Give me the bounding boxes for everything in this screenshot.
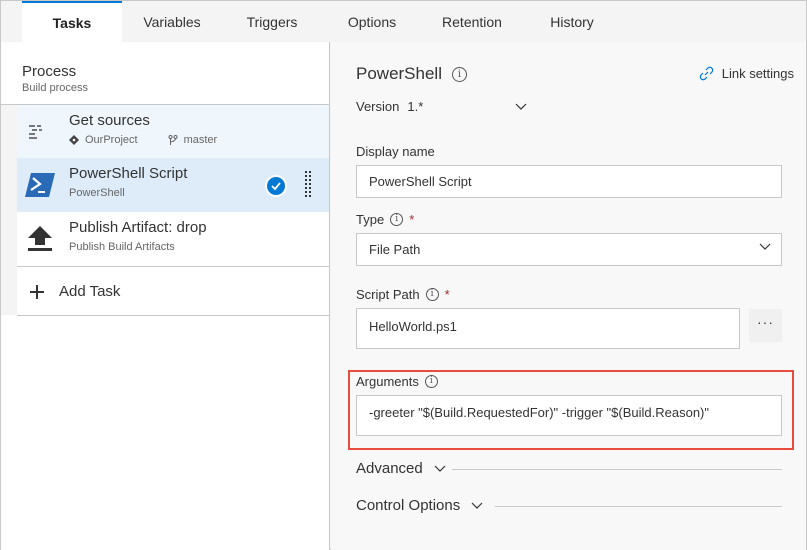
drag-handle-icon[interactable]: [305, 171, 311, 199]
selected-check-icon: [265, 175, 287, 197]
type-value: File Path: [369, 242, 421, 257]
gutter: [1, 105, 17, 315]
script-path-label: Script Path i *: [356, 287, 450, 302]
add-task-button[interactable]: Add Task: [17, 267, 329, 316]
display-name-label-text: Display name: [356, 144, 435, 159]
chevron-down-icon: [515, 103, 527, 110]
section-label: Control Options: [356, 497, 461, 514]
control-options-section-toggle[interactable]: Control Options: [356, 497, 782, 514]
upload-icon: [28, 226, 52, 251]
repo-name: OurProject: [85, 134, 138, 146]
chevron-down-icon: [759, 243, 771, 250]
plus-icon: [30, 285, 44, 299]
tab-variables[interactable]: Variables: [122, 1, 222, 42]
tab-bar: Tasks Variables Triggers Options Retenti…: [1, 1, 806, 42]
chevron-down-icon: [471, 502, 483, 509]
arguments-highlight-box: [348, 370, 794, 450]
task-detail-title: PowerShell: [356, 64, 442, 83]
powershell-icon: [25, 173, 55, 197]
tab-history[interactable]: History: [522, 1, 622, 42]
required-marker: *: [444, 287, 450, 302]
link-icon: [699, 66, 714, 81]
task-title: Get sources: [69, 112, 150, 129]
add-task-label: Add Task: [59, 283, 121, 300]
task-publish-artifact[interactable]: Publish Artifact: drop Publish Build Art…: [17, 212, 329, 267]
task-subtitle: Publish Build Artifacts: [69, 241, 175, 253]
section-label: Advanced: [356, 460, 423, 477]
type-select[interactable]: File Path: [356, 233, 782, 266]
section-divider: [452, 469, 782, 470]
task-list-pane: Process Build process Get sources OurPro…: [1, 42, 330, 550]
script-path-label-text: Script Path: [356, 287, 420, 302]
tab-tasks[interactable]: Tasks: [22, 1, 122, 42]
task-title: Publish Artifact: drop: [69, 219, 207, 236]
link-settings-label: Link settings: [721, 66, 794, 81]
info-icon[interactable]: i: [390, 213, 404, 226]
display-name-value: PowerShell Script: [369, 174, 472, 189]
task-source-meta: OurProject master: [69, 134, 217, 146]
version-value: 1.*: [407, 99, 424, 114]
git-repo-icon: [69, 135, 79, 145]
link-settings-button[interactable]: Link settings: [699, 66, 794, 81]
branch-name: master: [183, 134, 218, 146]
process-title: Process: [22, 63, 77, 80]
section-divider: [495, 506, 782, 507]
task-detail-pane: PowerShell i Link settings Version 1.* D…: [331, 42, 806, 550]
type-label-text: Type: [356, 212, 385, 227]
script-path-value: HelloWorld.ps1: [369, 319, 457, 334]
display-name-input[interactable]: PowerShell Script: [356, 165, 782, 198]
task-powershell-script[interactable]: PowerShell Script PowerShell: [17, 158, 329, 212]
browse-button[interactable]: ···: [749, 309, 782, 342]
type-label: Type i *: [356, 212, 414, 227]
script-path-input[interactable]: HelloWorld.ps1: [356, 308, 740, 349]
tab-triggers[interactable]: Triggers: [222, 1, 322, 42]
task-get-sources[interactable]: Get sources OurProject master: [17, 105, 329, 159]
info-icon[interactable]: i: [452, 66, 467, 82]
task-subtitle: PowerShell: [69, 187, 125, 199]
build-definition-editor: Tasks Variables Triggers Options Retenti…: [0, 0, 807, 550]
required-marker: *: [409, 212, 415, 227]
advanced-section-toggle[interactable]: Advanced: [356, 460, 782, 477]
process-header[interactable]: Process Build process: [22, 63, 88, 94]
get-sources-icon: [29, 125, 42, 139]
task-title: PowerShell Script: [69, 165, 188, 182]
branch-icon: [168, 134, 178, 145]
chevron-down-icon: [434, 465, 446, 472]
task-detail-header: PowerShell i: [356, 64, 467, 84]
tab-options[interactable]: Options: [322, 1, 422, 42]
info-icon[interactable]: i: [425, 288, 439, 301]
version-select[interactable]: Version 1.*: [356, 99, 527, 114]
display-name-label: Display name: [356, 144, 435, 159]
tab-retention[interactable]: Retention: [422, 1, 522, 42]
version-label: Version: [356, 99, 400, 114]
process-subtitle: Build process: [22, 82, 89, 94]
